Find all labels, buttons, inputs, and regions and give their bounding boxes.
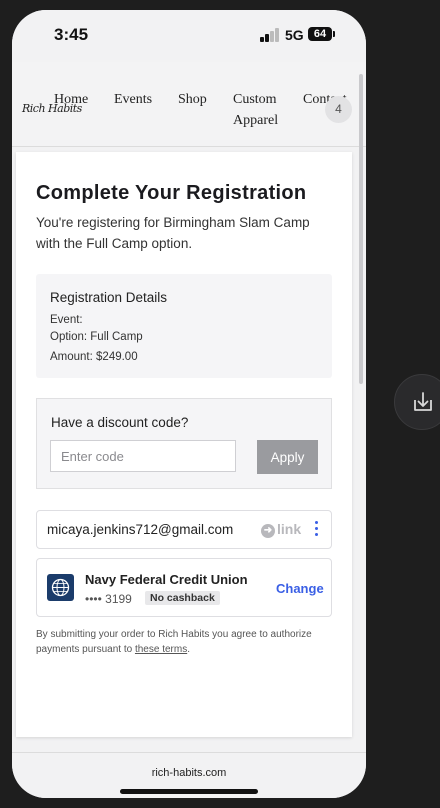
scrollbar[interactable] bbox=[359, 74, 363, 384]
page-title: Complete Your Registration bbox=[36, 182, 307, 204]
terms-end: . bbox=[187, 644, 190, 655]
link-label: link bbox=[277, 521, 302, 537]
browser-url-bar[interactable]: rich-habits.com bbox=[12, 752, 366, 798]
url-text: rich-habits.com bbox=[151, 767, 227, 779]
link-email-field[interactable]: micaya.jenkins712@gmail.com ➜ link bbox=[36, 510, 332, 549]
discount-code-input[interactable] bbox=[50, 440, 236, 472]
link-arrow-icon: ➜ bbox=[261, 524, 275, 538]
status-time: 3:45 bbox=[54, 25, 89, 44]
site-header: Rich Habits Home Events Shop Custom Appa… bbox=[12, 62, 366, 147]
link-logo: ➜ link bbox=[261, 521, 301, 538]
registration-details: Registration Details Event: Option: Full… bbox=[36, 274, 332, 378]
terms-link[interactable]: these terms bbox=[135, 644, 187, 655]
event-line: Event: bbox=[50, 314, 83, 326]
apply-button[interactable]: Apply bbox=[257, 440, 318, 474]
discount-label: Have a discount code? bbox=[51, 415, 189, 430]
network-label: 5G bbox=[285, 27, 304, 43]
status-bar: 3:45 5G 64 bbox=[12, 10, 366, 62]
more-options-icon[interactable] bbox=[314, 521, 320, 537]
details-title: Registration Details bbox=[50, 290, 168, 305]
nav-shop[interactable]: Shop bbox=[178, 92, 207, 108]
signal-icon bbox=[260, 28, 282, 42]
download-button[interactable] bbox=[394, 374, 440, 430]
battery-tip bbox=[333, 31, 335, 37]
cart-count-badge[interactable]: 4 bbox=[325, 96, 352, 123]
amount-line: Amount: $249.00 bbox=[50, 351, 138, 363]
discount-section: Have a discount code? Apply bbox=[36, 398, 332, 489]
terms-text: By submitting your order to Rich Habits … bbox=[36, 627, 326, 657]
nav-custom[interactable]: Custom bbox=[233, 92, 277, 108]
account-mask: •••• 3199 bbox=[85, 592, 132, 606]
bank-account-card: Navy Federal Credit Union •••• 3199 No c… bbox=[36, 558, 332, 617]
nav-home[interactable]: Home bbox=[54, 92, 88, 108]
battery-icon: 64 bbox=[308, 27, 332, 41]
download-icon bbox=[414, 392, 432, 411]
home-indicator bbox=[120, 789, 258, 794]
registration-card: Complete Your Registration You're regist… bbox=[16, 152, 352, 737]
link-email: micaya.jenkins712@gmail.com bbox=[47, 522, 234, 537]
bank-logo-icon bbox=[47, 574, 74, 601]
nav-apparel[interactable]: Apparel bbox=[233, 113, 278, 129]
bank-name: Navy Federal Credit Union bbox=[85, 572, 248, 587]
change-payment-button[interactable]: Change bbox=[276, 581, 324, 596]
nav-events[interactable]: Events bbox=[114, 92, 152, 108]
registration-intro: You're registering for Birmingham Slam C… bbox=[36, 215, 310, 251]
cashback-badge: No cashback bbox=[145, 591, 220, 605]
option-line: Option: Full Camp bbox=[50, 331, 143, 343]
phone-screen: 3:45 5G 64 Rich Habits Home Events Shop … bbox=[12, 10, 366, 798]
